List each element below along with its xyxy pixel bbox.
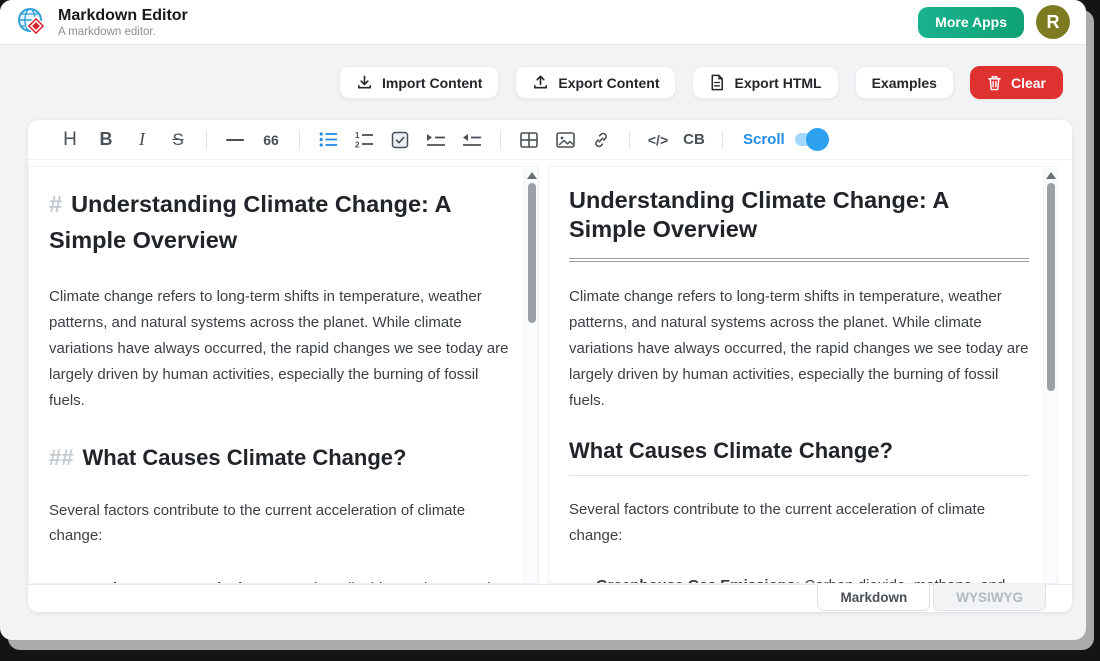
app-window: Markdown Editor A markdown editor. More …	[0, 0, 1086, 640]
horizontal-rule-button[interactable]	[217, 125, 253, 155]
import-content-button[interactable]: Import Content	[339, 66, 499, 99]
clear-label: Clear	[1011, 75, 1046, 91]
outdent-button[interactable]	[454, 125, 490, 155]
table-button[interactable]	[511, 125, 547, 155]
preview-content: Understanding Climate Change: A Simple O…	[549, 167, 1043, 583]
app-title-block: Markdown Editor A markdown editor.	[58, 7, 188, 38]
image-icon	[556, 132, 575, 148]
source-paragraph: Several factors contribute to the curren…	[49, 498, 510, 550]
preview-paragraph: Several factors contribute to the curren…	[569, 497, 1029, 549]
strikethrough-button[interactable]: S	[160, 125, 196, 155]
preview-scrollbar-thumb[interactable]	[1047, 183, 1055, 391]
export-html-label: Export HTML	[734, 75, 821, 91]
toolbar-divider	[722, 130, 723, 150]
toolbar-divider	[500, 130, 501, 150]
indent-button[interactable]	[418, 125, 454, 155]
toolbar-divider	[629, 130, 630, 150]
export-content-label: Export Content	[558, 75, 659, 91]
task-list-button[interactable]	[382, 125, 418, 155]
editor-bottom-bar: Markdown WYSIWYG	[28, 584, 1072, 612]
scroll-up-arrow-icon[interactable]	[527, 172, 537, 179]
more-apps-button[interactable]: More Apps	[918, 7, 1024, 38]
examples-button[interactable]: Examples	[855, 66, 954, 99]
app-logo-globe-icon	[16, 6, 48, 38]
bullet-list-button[interactable]	[310, 125, 346, 155]
ordered-list-button[interactable]: 1 2	[346, 125, 382, 155]
source-scrollbar-thumb[interactable]	[528, 183, 536, 323]
code-block-button[interactable]: CB	[676, 125, 712, 155]
app-header: Markdown Editor A markdown editor. More …	[0, 0, 1086, 45]
tab-wysiwyg[interactable]: WYSIWYG	[933, 584, 1046, 611]
heading-button[interactable]: H	[52, 125, 88, 155]
source-paragraph: Climate change refers to long-term shift…	[49, 284, 510, 414]
scroll-toggle-switch[interactable]	[795, 133, 825, 146]
blockquote-button[interactable]: 66	[253, 125, 289, 155]
preview-scrollbar[interactable]	[1043, 167, 1057, 583]
upload-icon	[532, 74, 549, 91]
svg-text:2: 2	[355, 141, 360, 149]
trash-icon	[987, 75, 1002, 91]
export-html-button[interactable]: Export HTML	[692, 66, 838, 99]
scroll-sync-toggle[interactable]: Scroll	[743, 131, 825, 148]
checkbox-icon	[391, 131, 409, 149]
preview-heading2: What Causes Climate Change?	[569, 438, 1029, 476]
toolbar-divider	[299, 130, 300, 150]
avatar[interactable]: R	[1036, 5, 1070, 39]
inline-code-button[interactable]: </>	[640, 125, 676, 155]
image-button[interactable]	[547, 125, 583, 155]
format-toolbar: H B I S 66 1 2	[28, 120, 1072, 160]
clear-button[interactable]: Clear	[970, 66, 1063, 99]
svg-text:1: 1	[355, 131, 360, 140]
scroll-up-arrow-icon[interactable]	[1046, 172, 1056, 179]
preview-pane: Understanding Climate Change: A Simple O…	[548, 166, 1058, 584]
app-title: Markdown Editor	[58, 7, 188, 25]
scroll-sync-label: Scroll	[743, 131, 785, 148]
editor-card: H B I S 66 1 2	[28, 120, 1072, 612]
mode-tabs: Markdown WYSIWYG	[817, 584, 1046, 611]
table-icon	[520, 132, 538, 148]
preview-heading1: Understanding Climate Change: A Simple O…	[569, 186, 1029, 262]
source-list-item: -**Greenhouse Gas Emissions:** Carbon di…	[49, 576, 510, 583]
horizontal-rule-icon	[226, 139, 244, 141]
actions-row: Import Content Export Content Export HTM…	[0, 45, 1086, 99]
editor-content: # Understanding Climate Change: A Simple …	[28, 160, 1072, 584]
tab-markdown[interactable]: Markdown	[817, 584, 930, 611]
h1-hash-marker: #	[49, 191, 62, 217]
bold-button[interactable]: B	[88, 125, 124, 155]
examples-label: Examples	[872, 75, 937, 91]
app-subtitle: A markdown editor.	[58, 26, 188, 38]
preview-paragraph: Climate change refers to long-term shift…	[569, 284, 1029, 414]
link-icon	[592, 131, 610, 149]
import-content-label: Import Content	[382, 75, 482, 91]
markdown-source-pane: #Understanding Climate Change: A Simple …	[28, 166, 539, 584]
export-content-button[interactable]: Export Content	[515, 66, 676, 99]
source-list: -**Greenhouse Gas Emissions:** Carbon di…	[49, 576, 510, 583]
bullet-list-icon	[319, 131, 338, 148]
source-scrollbar[interactable]	[524, 167, 538, 583]
source-heading1: #Understanding Climate Change: A Simple …	[49, 186, 510, 259]
preview-list: Greenhouse Gas Emissions: Carbon dioxide…	[569, 574, 1029, 583]
source-heading2: ##What Causes Climate Change?	[49, 441, 510, 474]
document-icon	[709, 74, 725, 91]
download-icon	[356, 74, 373, 91]
markdown-source-editor[interactable]: #Understanding Climate Change: A Simple …	[29, 167, 524, 583]
h2-hash-marker: ##	[49, 445, 73, 470]
indent-icon	[426, 133, 446, 147]
preview-list-item: Greenhouse Gas Emissions: Carbon dioxide…	[596, 574, 1029, 583]
outdent-icon	[462, 133, 482, 147]
toggle-knob	[806, 128, 829, 151]
toolbar-divider	[206, 130, 207, 150]
italic-button[interactable]: I	[124, 125, 160, 155]
ordered-list-icon: 1 2	[355, 131, 374, 148]
link-button[interactable]	[583, 125, 619, 155]
